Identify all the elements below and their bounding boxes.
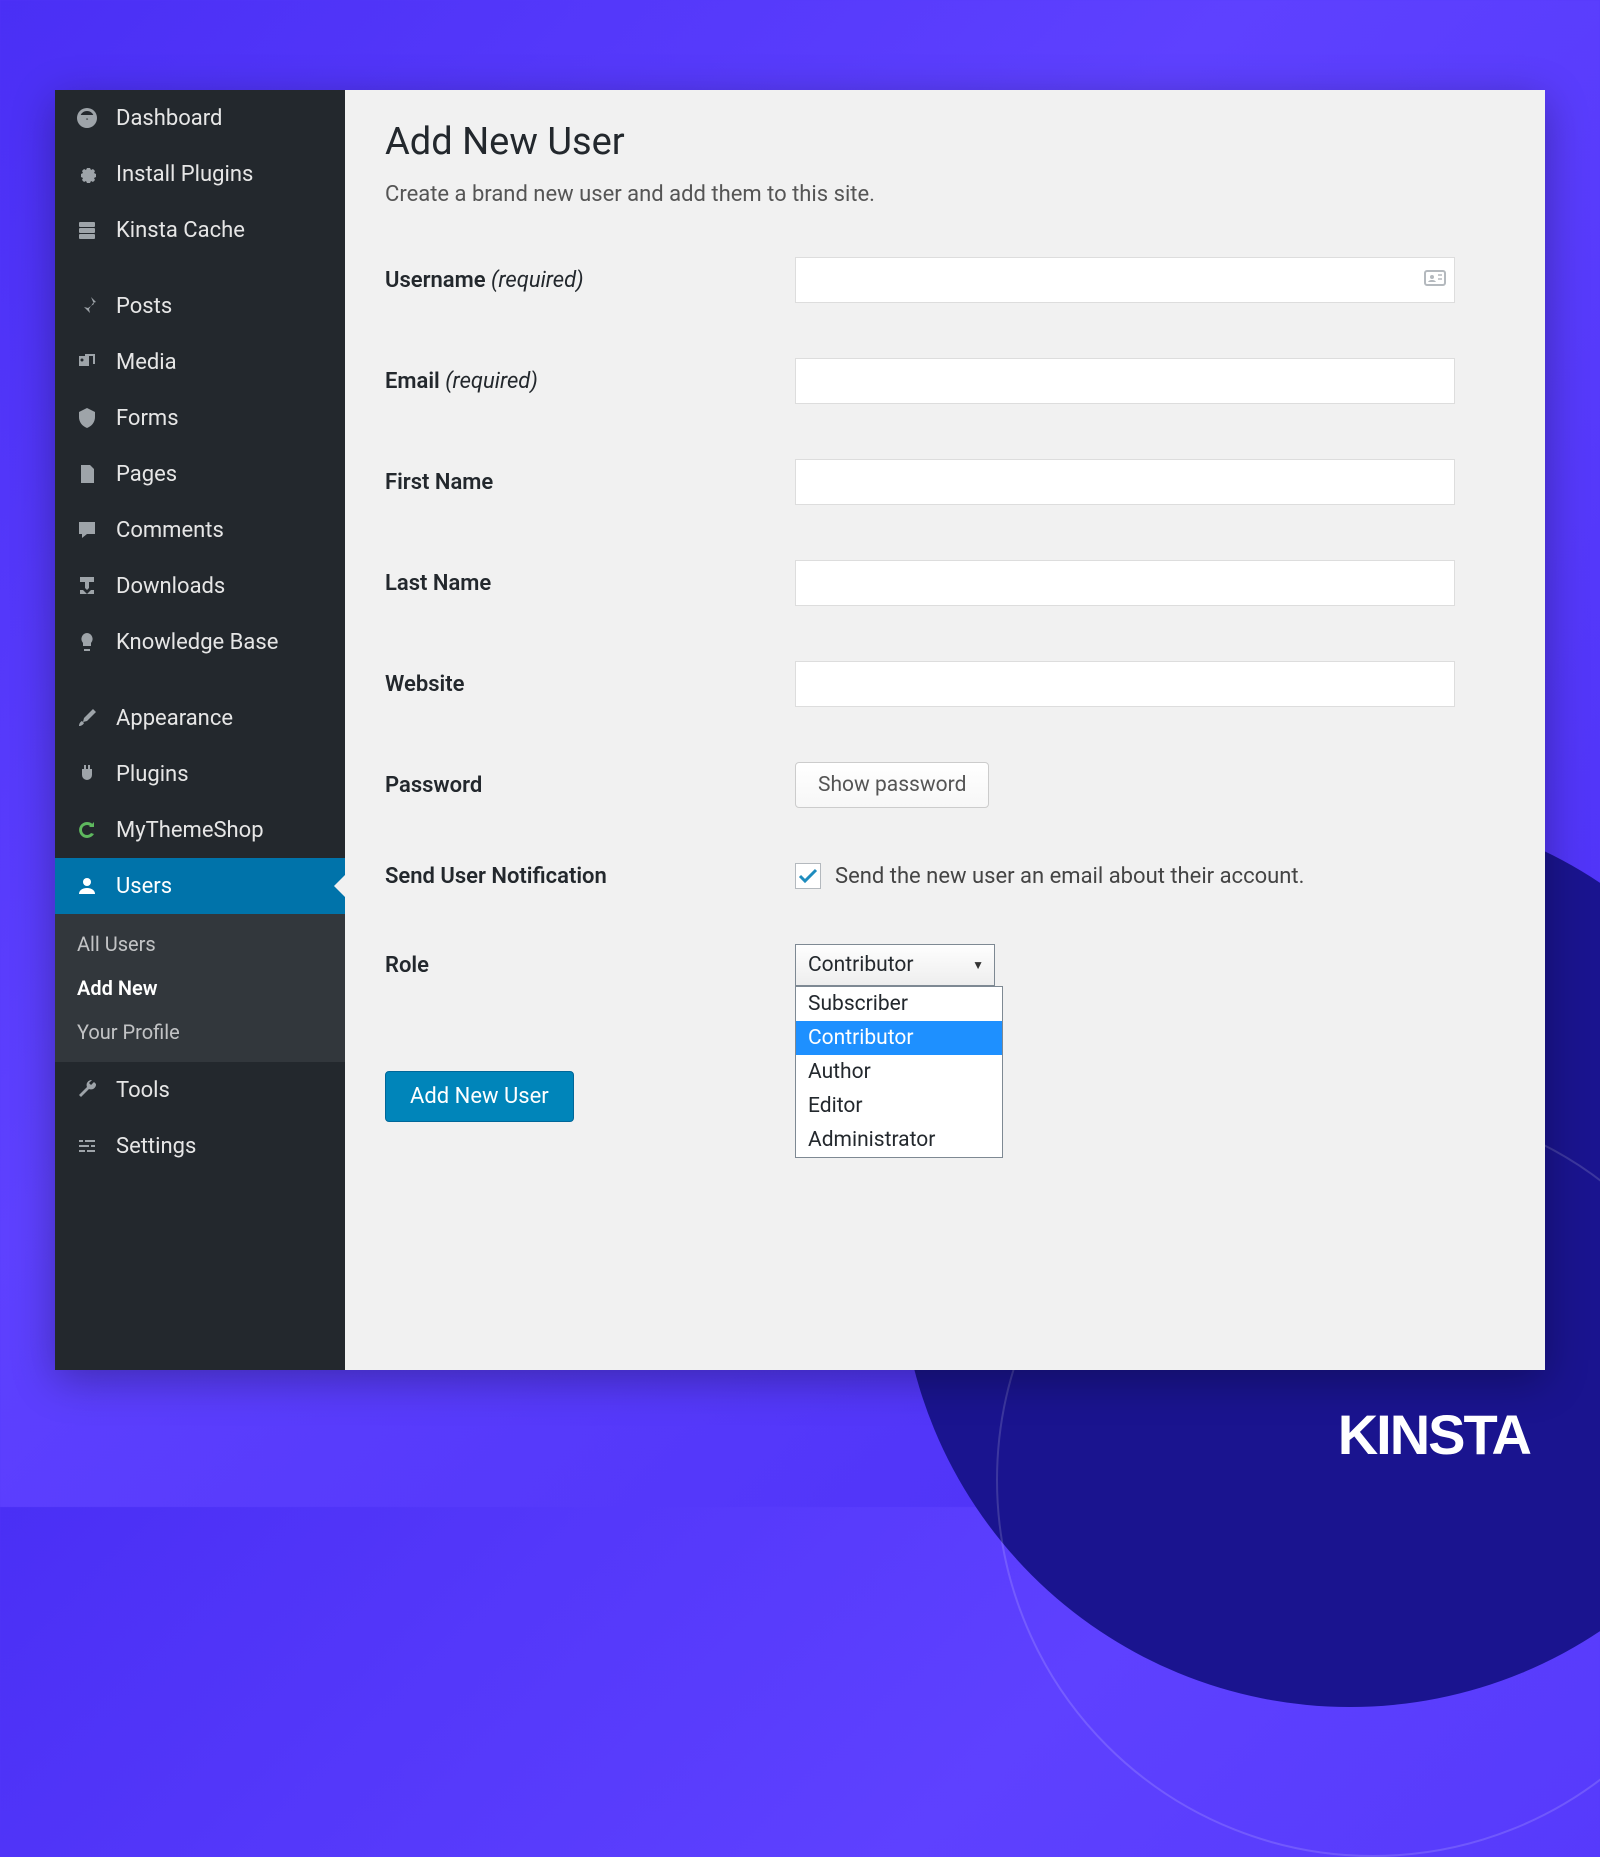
role-select[interactable]: Contributor ▼	[795, 944, 995, 986]
sidebar-item-tools[interactable]: Tools	[55, 1062, 345, 1118]
show-password-button[interactable]: Show password	[795, 762, 989, 808]
sidebar-item-mythemeshop[interactable]: MyThemeShop	[55, 802, 345, 858]
page-title: Add New User	[385, 120, 1505, 164]
role-option-author[interactable]: Author	[796, 1055, 1002, 1089]
lastname-label: Last Name	[385, 571, 795, 596]
password-label: Password	[385, 773, 795, 798]
role-dropdown: SubscriberContributorAuthorEditorAdminis…	[795, 986, 1003, 1158]
sidebar-item-label: Plugins	[116, 762, 189, 787]
dashboard-icon	[73, 104, 101, 132]
sidebar-submenu: All UsersAdd NewYour Profile	[55, 914, 345, 1062]
sidebar-item-posts[interactable]: Posts	[55, 278, 345, 334]
role-option-administrator[interactable]: Administrator	[796, 1123, 1002, 1157]
sidebar-item-forms[interactable]: Forms	[55, 390, 345, 446]
sidebar-item-label: Tools	[116, 1078, 170, 1103]
sidebar-item-label: Install Plugins	[116, 162, 253, 187]
sidebar-item-dashboard[interactable]: Dashboard	[55, 90, 345, 146]
send-notification-checkbox[interactable]	[795, 863, 821, 889]
firstname-label: First Name	[385, 470, 795, 495]
sidebar-item-label: MyThemeShop	[116, 818, 264, 843]
role-option-contributor[interactable]: Contributor	[796, 1021, 1002, 1055]
sidebar-item-knowledge-base[interactable]: Knowledge Base	[55, 614, 345, 670]
send-notification-text: Send the new user an email about their a…	[835, 864, 1304, 889]
contact-card-icon	[1423, 266, 1447, 294]
sidebar-item-users[interactable]: Users	[55, 858, 345, 914]
send-notification-label: Send User Notification	[385, 864, 795, 889]
page-subtitle: Create a brand new user and add them to …	[385, 182, 1505, 207]
sidebar-item-label: Posts	[116, 294, 172, 319]
sidebar-item-label: Settings	[116, 1134, 196, 1159]
sidebar-item-appearance[interactable]: Appearance	[55, 690, 345, 746]
firstname-input[interactable]	[795, 459, 1455, 505]
sidebar-item-label: Appearance	[116, 706, 233, 731]
plug-icon	[73, 760, 101, 788]
username-label: Username (required)	[385, 268, 795, 293]
admin-window: Dashboard Install Plugins Kinsta Cache Post…	[55, 90, 1545, 1370]
pin-icon	[73, 292, 101, 320]
wrench-icon	[73, 1076, 101, 1104]
sidebar-item-label: Comments	[116, 518, 224, 543]
sidebar-item-downloads[interactable]: Downloads	[55, 558, 345, 614]
sidebar-item-pages[interactable]: Pages	[55, 446, 345, 502]
role-label: Role	[385, 953, 795, 978]
refresh-icon	[73, 816, 101, 844]
bulb-icon	[73, 628, 101, 656]
kinsta-logo: KINSTA	[1338, 1402, 1530, 1467]
brush-icon	[73, 704, 101, 732]
chevron-down-icon: ▼	[972, 958, 984, 972]
page-icon	[73, 460, 101, 488]
sidebar-item-kinsta-cache[interactable]: Kinsta Cache	[55, 202, 345, 258]
user-icon	[73, 872, 101, 900]
email-label: Email (required)	[385, 369, 795, 394]
role-option-subscriber[interactable]: Subscriber	[796, 987, 1002, 1021]
sidebar-item-label: Media	[116, 350, 177, 375]
sidebar-item-comments[interactable]: Comments	[55, 502, 345, 558]
submenu-item-add-new[interactable]: Add New	[55, 966, 345, 1010]
media-icon	[73, 348, 101, 376]
sidebar-item-label: Pages	[116, 462, 177, 487]
gear-icon	[73, 160, 101, 188]
sidebar-item-label: Downloads	[116, 574, 225, 599]
sidebar-item-install-plugins[interactable]: Install Plugins	[55, 146, 345, 202]
website-input[interactable]	[795, 661, 1455, 707]
sidebar-item-label: Dashboard	[116, 106, 222, 131]
sliders-icon	[73, 1132, 101, 1160]
download-icon	[73, 572, 101, 600]
sidebar-item-media[interactable]: Media	[55, 334, 345, 390]
add-new-user-button[interactable]: Add New User	[385, 1071, 574, 1122]
website-label: Website	[385, 672, 795, 697]
sidebar-item-label: Knowledge Base	[116, 630, 278, 655]
forms-icon	[73, 404, 101, 432]
sidebar-item-label: Forms	[116, 406, 179, 431]
admin-sidebar: Dashboard Install Plugins Kinsta Cache Post…	[55, 90, 345, 1370]
server-icon	[73, 216, 101, 244]
submenu-item-all-users[interactable]: All Users	[55, 922, 345, 966]
sidebar-item-settings[interactable]: Settings	[55, 1118, 345, 1174]
sidebar-item-plugins[interactable]: Plugins	[55, 746, 345, 802]
submenu-item-your-profile[interactable]: Your Profile	[55, 1010, 345, 1054]
lastname-input[interactable]	[795, 560, 1455, 606]
sidebar-item-label: Kinsta Cache	[116, 218, 245, 243]
email-input[interactable]	[795, 358, 1455, 404]
username-input[interactable]	[795, 257, 1455, 303]
role-option-editor[interactable]: Editor	[796, 1089, 1002, 1123]
sidebar-item-label: Users	[116, 874, 172, 899]
comment-icon	[73, 516, 101, 544]
content-area: Add New User Create a brand new user and…	[345, 90, 1545, 1370]
